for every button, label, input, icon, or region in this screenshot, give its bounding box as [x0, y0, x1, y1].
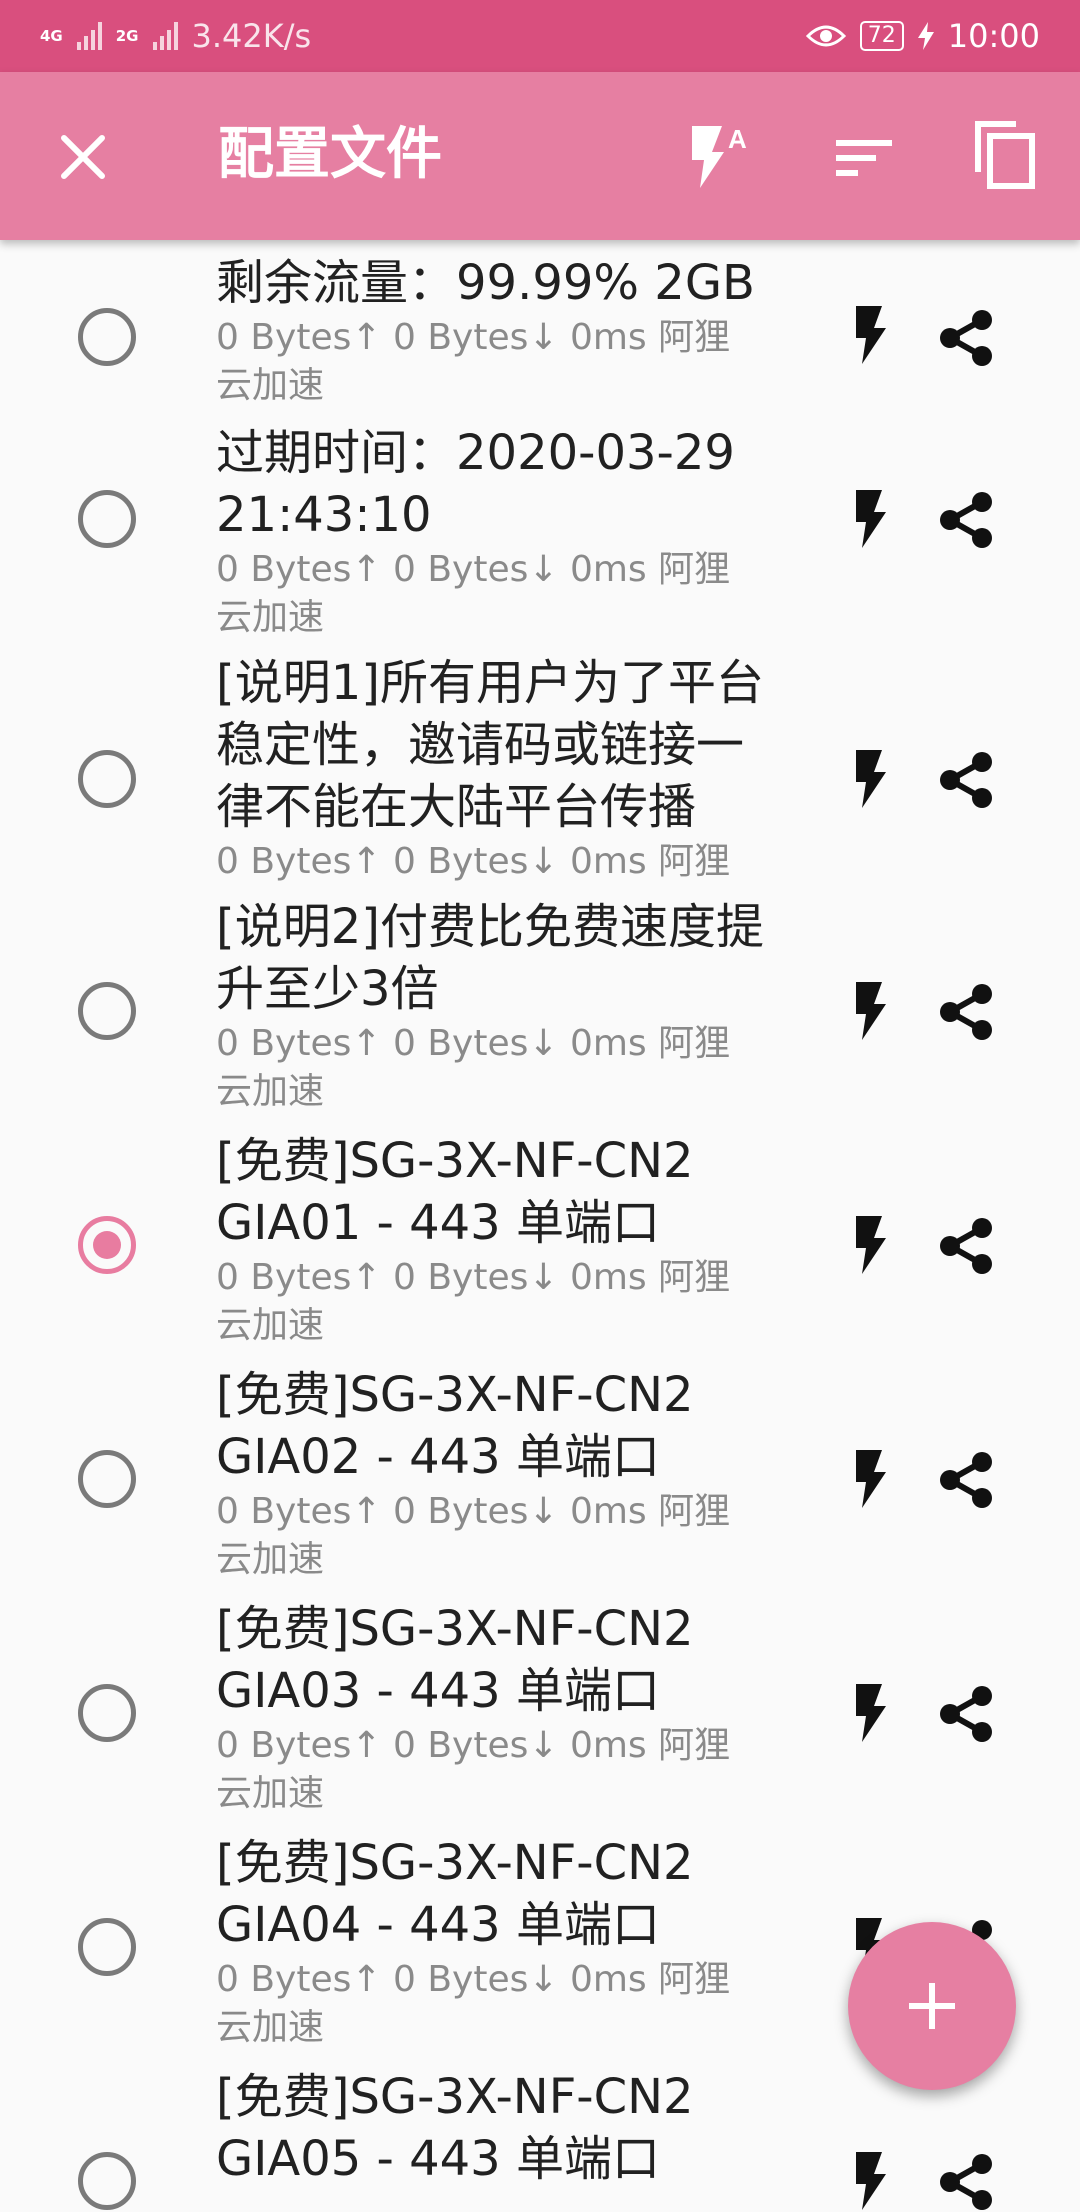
radio-button[interactable] [78, 1684, 136, 1742]
radio-button[interactable] [78, 2152, 136, 2210]
profile-stats: 0 Bytes↑ 0 Bytes↓ 0ms 阿狸 云加速 [216, 1257, 731, 1346]
profile-stats: 0 Bytes↑ 0 Bytes↓ 0ms 阿狸 云加速 [216, 549, 731, 638]
profile-name: [免费]SG-3X-NF-CN2 GIA03 - 443 单端口 [216, 1601, 694, 1719]
add-icon [909, 1983, 955, 2029]
profile-name: [说明1]所有用户为了平台 稳定性，邀请码或链接一 律不能在大陆平台传播 [216, 655, 764, 835]
share-icon[interactable] [936, 2152, 996, 2212]
profile-row[interactable]: [说明2]付费比免费速度提 升至少3倍 0 Bytes↑ 0 Bytes↓ 0m… [0, 896, 1080, 1116]
profile-name: [免费]SG-3X-NF-CN2 GIA05 - 443 单端口 [216, 2069, 694, 2187]
profile-name: 剩余流量：99.99% 2GB [216, 255, 755, 311]
battery-level: 72 [867, 23, 896, 48]
test-speed-icon[interactable] [854, 1682, 890, 1744]
share-icon[interactable] [936, 308, 996, 368]
test-speed-icon[interactable] [854, 748, 890, 810]
profile-name: [说明2]付费比免费速度提 升至少3倍 [216, 899, 764, 1017]
eye-icon [805, 25, 846, 47]
page-title: 配置文件 [218, 122, 442, 187]
radio-button[interactable] [78, 982, 136, 1040]
radio-button[interactable] [78, 750, 136, 808]
copy-icon[interactable] [974, 120, 1036, 190]
add-profile-button[interactable] [848, 1922, 1016, 2090]
profile-row[interactable]: [免费]SG-3X-NF-CN2 GIA02 - 443 单端口 0 Bytes… [0, 1364, 1080, 1584]
profile-row[interactable]: 剩余流量：99.99% 2GB 0 Bytes↑ 0 Bytes↓ 0ms 阿狸… [0, 252, 1080, 412]
radio-button[interactable] [78, 1450, 136, 1508]
signal-icon [76, 22, 102, 50]
profile-name: [免费]SG-3X-NF-CN2 GIA04 - 443 单端口 [216, 1835, 694, 1953]
profile-stats: 0 Bytes↑ 0 Bytes↓ 0ms 阿狸 云加速 [216, 317, 731, 406]
radio-button[interactable] [78, 1918, 136, 1976]
battery-icon: 72 [859, 21, 904, 51]
test-speed-icon[interactable] [854, 304, 890, 366]
test-speed-icon[interactable] [854, 980, 890, 1042]
share-icon[interactable] [936, 750, 996, 810]
share-icon[interactable] [936, 982, 996, 1042]
share-icon[interactable] [936, 1216, 996, 1276]
profile-stats: 0 Bytes↑ 0 Bytes↓ 0ms 阿狸 [216, 841, 731, 882]
radio-button-selected[interactable] [78, 1216, 136, 1274]
test-speed-icon[interactable] [854, 1448, 890, 1510]
profile-name: [免费]SG-3X-NF-CN2 GIA01 - 443 单端口 [216, 1133, 694, 1251]
svg-text:A: A [728, 124, 747, 154]
profile-row[interactable]: [免费]SG-3X-NF-CN2 GIA01 - 443 单端口 0 Bytes… [0, 1130, 1080, 1350]
profile-row[interactable]: 过期时间：2020-03-29 21:43:10 0 Bytes↑ 0 Byte… [0, 422, 1080, 642]
charging-icon [917, 22, 934, 50]
share-icon[interactable] [936, 1684, 996, 1744]
network-speed: 3.42K/s [191, 17, 312, 55]
test-speed-icon[interactable] [854, 1214, 890, 1276]
status-bar: 4G 2G 3.42K/s 72 10:00 [0, 0, 1080, 72]
radio-button[interactable] [78, 490, 136, 548]
flash-auto-icon[interactable]: A [688, 120, 754, 190]
test-speed-icon[interactable] [854, 488, 890, 550]
profile-stats: 0 Bytes↑ 0 Bytes↓ 0ms 阿狸 云加速 [216, 1725, 731, 1814]
share-icon[interactable] [936, 1450, 996, 1510]
profile-name: [免费]SG-3X-NF-CN2 GIA02 - 443 单端口 [216, 1367, 694, 1485]
network-type-2: 2G [115, 26, 139, 45]
clock: 10:00 [947, 17, 1040, 55]
share-icon[interactable] [936, 490, 996, 550]
profile-row[interactable]: [说明1]所有用户为了平台 稳定性，邀请码或链接一 律不能在大陆平台传播 0 B… [0, 652, 1080, 886]
app-bar: 配置文件 A [0, 72, 1080, 240]
close-icon[interactable] [58, 132, 108, 182]
profile-row[interactable]: [免费]SG-3X-NF-CN2 GIA03 - 443 单端口 0 Bytes… [0, 1598, 1080, 1818]
sort-icon[interactable] [836, 136, 892, 180]
profile-name: 过期时间：2020-03-29 21:43:10 [216, 425, 735, 543]
profile-stats: 0 Bytes↑ 0 Bytes↓ 0ms 阿狸 云加速 [216, 1023, 731, 1112]
profile-stats: 0 Bytes↑ 0 Bytes↓ 0ms 阿狸 云加速 [216, 1959, 731, 2048]
network-type-1: 4G [40, 26, 63, 45]
profile-stats: 0 Bytes↑ 0 Bytes↓ 0ms 阿狸 云加速 [216, 1491, 731, 1580]
radio-button[interactable] [78, 308, 136, 366]
signal-icon [152, 22, 178, 50]
test-speed-icon[interactable] [854, 2150, 890, 2212]
